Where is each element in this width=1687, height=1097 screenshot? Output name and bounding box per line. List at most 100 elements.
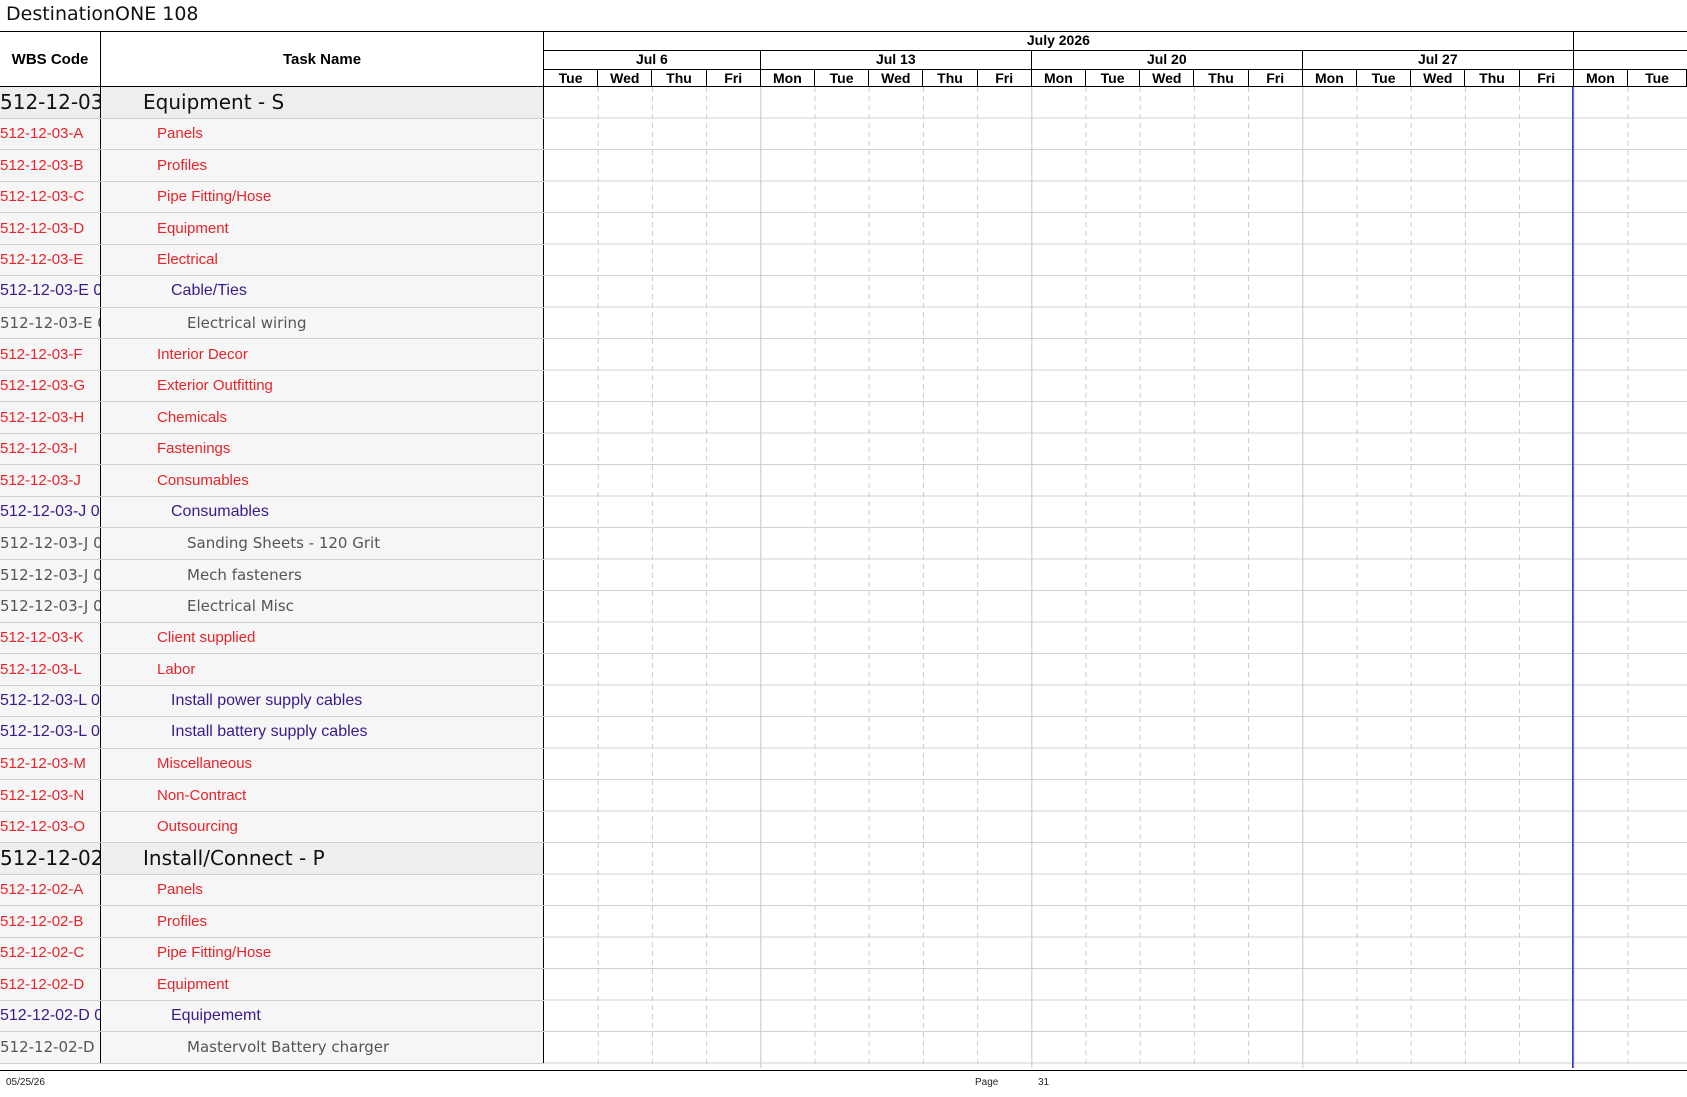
wbs-code-cell[interactable]: 512-12-03-J 01 (0, 591, 101, 622)
table-row[interactable]: 512-12-03-H Chemicals (0, 402, 544, 434)
wbs-code-cell[interactable]: 512-12-02 (0, 843, 101, 874)
task-name-cell[interactable]: Consumables (101, 496, 544, 527)
wbs-code-cell[interactable]: 512-12-03-E 0 (0, 307, 101, 338)
table-row[interactable]: 512-12-03-J Consumables (0, 465, 544, 497)
table-row[interactable]: 512-12-03-E 0 Cable/Ties (0, 276, 544, 308)
wbs-code-cell[interactable]: 512-12-03-J 01 (0, 528, 101, 559)
table-row[interactable]: 512-12-03-J 01 Electrical Misc (0, 591, 544, 623)
timescale-day: Tue (544, 69, 599, 86)
table-row[interactable]: 512-12-02-A Panels (0, 874, 544, 906)
task-name-cell[interactable]: Chemicals (101, 402, 544, 433)
table-row[interactable]: 512-12-03 Equipment - S (0, 87, 544, 119)
wbs-code-cell[interactable]: 512-12-03 (0, 87, 101, 118)
table-row[interactable]: 512-12-02-D 0 Mastervolt Battery charger (0, 1032, 544, 1064)
task-name-cell[interactable]: Panels (101, 118, 544, 149)
wbs-code-cell[interactable]: 512-12-03-N (0, 780, 101, 811)
table-row[interactable]: 512-12-02-D Equipment (0, 969, 544, 1001)
wbs-code-cell[interactable]: 512-12-03-B (0, 150, 101, 181)
task-name-cell[interactable]: Pipe Fitting/Hose (101, 937, 544, 968)
wbs-code-cell[interactable]: 512-12-02-C (0, 937, 101, 968)
task-name-cell[interactable]: Mastervolt Battery charger (101, 1032, 544, 1063)
table-row[interactable]: 512-12-03-E Electrical (0, 244, 544, 276)
wbs-code-cell[interactable]: 512-12-03-F (0, 339, 101, 370)
wbs-code-cell[interactable]: 512-12-03-C (0, 181, 101, 212)
wbs-code-cell[interactable]: 512-12-03-K (0, 622, 101, 653)
task-name-cell[interactable]: Install/Connect - P (101, 843, 544, 874)
wbs-code-cell[interactable]: 512-12-03-G (0, 370, 101, 401)
wbs-code-cell[interactable]: 512-12-03-D (0, 213, 101, 244)
task-name-cell[interactable]: Miscellaneous (101, 748, 544, 779)
wbs-code-cell[interactable]: 512-12-03-O (0, 811, 101, 842)
table-row[interactable]: 512-12-03-J 01 Mech fasteners (0, 559, 544, 591)
wbs-code-cell[interactable]: 512-12-03-J 01 (0, 559, 101, 590)
wbs-code-cell[interactable]: 512-12-02-B (0, 906, 101, 937)
task-name-cell[interactable]: Pipe Fitting/Hose (101, 181, 544, 212)
table-row[interactable]: 512-12-03-A Panels (0, 118, 544, 150)
table-row[interactable]: 512-12-03-F Interior Decor (0, 339, 544, 371)
table-row[interactable]: 512-12-03-J 0 Consumables (0, 496, 544, 528)
table-row[interactable]: 512-12-03-L 0 Install power supply cables (0, 685, 544, 717)
timescale-day: Mon (1031, 69, 1086, 86)
task-name-cell[interactable]: Equipment (101, 969, 544, 1000)
table-row[interactable]: 512-12-03-O Outsourcing (0, 811, 544, 843)
task-name-cell[interactable]: Consumables (101, 465, 544, 496)
wbs-code-cell[interactable]: 512-12-03-L 0 (0, 717, 101, 748)
wbs-code-cell[interactable]: 512-12-03-L 0 (0, 685, 101, 716)
table-row[interactable]: 512-12-03-C Pipe Fitting/Hose (0, 181, 544, 213)
task-name-cell[interactable]: Equipment (101, 213, 544, 244)
table-row[interactable]: 512-12-03-G Exterior Outfitting (0, 370, 544, 402)
wbs-code-cell[interactable]: 512-12-02-D 0 (0, 1000, 101, 1031)
table-row[interactable]: 512-12-02-D 0 Equipememt (0, 1000, 544, 1032)
table-row[interactable]: 512-12-03-K Client supplied (0, 622, 544, 654)
wbs-code-cell[interactable]: 512-12-03-J (0, 465, 101, 496)
table-row[interactable]: 512-12-03-E 0 Electrical wiring (0, 307, 544, 339)
table-row[interactable]: 512-12-03-I Fastenings (0, 433, 544, 465)
column-header-wbs-code[interactable]: WBS Code (0, 32, 101, 86)
task-name-cell[interactable]: Electrical wiring (101, 307, 544, 338)
wbs-code-cell[interactable]: 512-12-03-H (0, 402, 101, 433)
table-row[interactable]: 512-12-03-L 0 Install battery supply cabl… (0, 717, 544, 749)
table-row[interactable]: 512-12-03-B Profiles (0, 150, 544, 182)
table-row[interactable]: 512-12-03-L Labor (0, 654, 544, 686)
task-name-cell[interactable]: Client supplied (101, 622, 544, 653)
wbs-code-cell[interactable]: 512-12-03-E 0 (0, 276, 101, 307)
task-name-text: Consumables (157, 471, 249, 489)
task-name-cell[interactable]: Labor (101, 654, 544, 685)
task-name-cell[interactable]: Equipememt (101, 1000, 544, 1031)
task-name-cell[interactable]: Exterior Outfitting (101, 370, 544, 401)
wbs-code-cell[interactable]: 512-12-02-A (0, 874, 101, 905)
task-name-cell[interactable]: Interior Decor (101, 339, 544, 370)
table-row[interactable]: 512-12-03-J 01 Sanding Sheets - 120 Grit (0, 528, 544, 560)
task-name-cell[interactable]: Panels (101, 874, 544, 905)
wbs-code-cell[interactable]: 512-12-03-I (0, 433, 101, 464)
task-name-cell[interactable]: Profiles (101, 906, 544, 937)
task-name-cell[interactable]: Fastenings (101, 433, 544, 464)
wbs-code-cell[interactable]: 512-12-03-L (0, 654, 101, 685)
wbs-code-cell[interactable]: 512-12-03-A (0, 118, 101, 149)
wbs-code-cell[interactable]: 512-12-02-D 0 (0, 1032, 101, 1063)
table-row[interactable]: 512-12-02-B Profiles (0, 906, 544, 938)
task-name-cell[interactable]: Outsourcing (101, 811, 544, 842)
wbs-code-cell[interactable]: 512-12-02-D (0, 969, 101, 1000)
task-name-cell[interactable]: Equipment - S (101, 87, 544, 118)
timescale-day: Wed (598, 69, 653, 86)
task-name-text: Non-Contract (157, 786, 247, 804)
task-name-cell[interactable]: Profiles (101, 150, 544, 181)
task-name-cell[interactable]: Electrical Misc (101, 591, 544, 622)
task-name-cell[interactable]: Mech fasteners (101, 559, 544, 590)
column-header-task-name[interactable]: Task Name (101, 32, 544, 86)
task-name-cell[interactable]: Non-Contract (101, 780, 544, 811)
task-name-cell[interactable]: Cable/Ties (101, 276, 544, 307)
table-row[interactable]: 512-12-02 Install/Connect - P (0, 843, 544, 875)
table-row[interactable]: 512-12-03-N Non-Contract (0, 780, 544, 812)
task-name-cell[interactable]: Sanding Sheets - 120 Grit (101, 528, 544, 559)
wbs-code-cell[interactable]: 512-12-03-M (0, 748, 101, 779)
task-name-cell[interactable]: Install battery supply cables (101, 717, 544, 748)
task-name-cell[interactable]: Electrical (101, 244, 544, 275)
wbs-code-cell[interactable]: 512-12-03-J 0 (0, 496, 101, 527)
task-name-cell[interactable]: Install power supply cables (101, 685, 544, 716)
table-row[interactable]: 512-12-03-M Miscellaneous (0, 748, 544, 780)
table-row[interactable]: 512-12-02-C Pipe Fitting/Hose (0, 937, 544, 969)
table-row[interactable]: 512-12-03-D Equipment (0, 213, 544, 245)
wbs-code-cell[interactable]: 512-12-03-E (0, 244, 101, 275)
